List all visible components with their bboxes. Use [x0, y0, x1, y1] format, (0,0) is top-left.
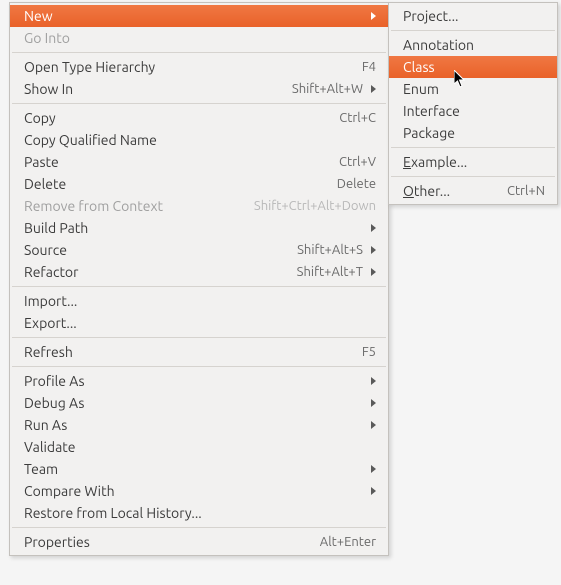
menu-separator: [12, 366, 386, 367]
menu-item-restore-local-history[interactable]: Restore from Local History...: [10, 502, 388, 524]
chevron-right-icon: [371, 421, 376, 429]
menu-item-validate[interactable]: Validate: [10, 436, 388, 458]
submenu-item-project[interactable]: Project...: [389, 5, 557, 27]
menu-label: Remove from Context: [24, 198, 234, 214]
menu-item-open-type-hierarchy[interactable]: Open Type Hierarchy F4: [10, 56, 388, 78]
submenu-item-annotation[interactable]: Annotation: [389, 34, 557, 56]
menu-shortcut: Shift+Alt+S: [297, 243, 363, 257]
menu-shortcut: F4: [362, 60, 376, 74]
menu-item-new[interactable]: New: [10, 5, 388, 27]
submenu-item-interface[interactable]: Interface: [389, 100, 557, 122]
menu-item-show-in[interactable]: Show In Shift+Alt+W: [10, 78, 388, 100]
menu-shortcut: Shift+Ctrl+Alt+Down: [254, 199, 376, 213]
menu-item-go-into: Go Into: [10, 27, 388, 49]
new-submenu: Project... Annotation Class Enum Interfa…: [388, 2, 558, 205]
menu-separator: [391, 176, 555, 177]
menu-label: Profile As: [24, 373, 363, 389]
chevron-right-icon: [371, 465, 376, 473]
menu-label: New: [24, 8, 363, 24]
menu-label: Team: [24, 461, 363, 477]
menu-item-refresh[interactable]: Refresh F5: [10, 341, 388, 363]
chevron-right-icon: [371, 224, 376, 232]
chevron-right-icon: [371, 487, 376, 495]
menu-item-export[interactable]: Export...: [10, 312, 388, 334]
submenu-item-enum[interactable]: Enum: [389, 78, 557, 100]
menu-item-profile-as[interactable]: Profile As: [10, 370, 388, 392]
chevron-right-icon: [371, 85, 376, 93]
menu-separator: [12, 527, 386, 528]
menu-label: Run As: [24, 417, 363, 433]
menu-shortcut: Ctrl+N: [507, 184, 545, 198]
menu-label: Properties: [24, 534, 300, 550]
chevron-right-icon: [371, 12, 376, 20]
menu-label: Example...: [403, 154, 545, 170]
menu-item-source[interactable]: Source Shift+Alt+S: [10, 239, 388, 261]
menu-label: Source: [24, 242, 277, 258]
menu-separator: [12, 337, 386, 338]
menu-label: Go Into: [24, 30, 376, 46]
menu-label: Annotation: [403, 37, 545, 53]
chevron-right-icon: [371, 268, 376, 276]
menu-shortcut: Alt+Enter: [320, 535, 376, 549]
submenu-item-package[interactable]: Package: [389, 122, 557, 144]
menu-label: Copy Qualified Name: [24, 132, 376, 148]
menu-separator: [391, 30, 555, 31]
menu-item-refactor[interactable]: Refactor Shift+Alt+T: [10, 261, 388, 283]
menu-label: Debug As: [24, 395, 363, 411]
menu-item-run-as[interactable]: Run As: [10, 414, 388, 436]
menu-label: Delete: [24, 176, 317, 192]
menu-label: Refresh: [24, 344, 342, 360]
menu-separator: [12, 103, 386, 104]
menu-shortcut: Ctrl+V: [339, 155, 376, 169]
menu-label: Open Type Hierarchy: [24, 59, 342, 75]
chevron-right-icon: [371, 246, 376, 254]
menu-label: Project...: [403, 8, 545, 24]
menu-item-delete[interactable]: Delete Delete: [10, 173, 388, 195]
menu-item-remove-from-context: Remove from Context Shift+Ctrl+Alt+Down: [10, 195, 388, 217]
chevron-right-icon: [371, 399, 376, 407]
menu-label: Validate: [24, 439, 376, 455]
menu-separator: [391, 147, 555, 148]
menu-separator: [12, 286, 386, 287]
menu-separator: [12, 52, 386, 53]
menu-shortcut: Delete: [337, 177, 376, 191]
menu-label: Refactor: [24, 264, 277, 280]
menu-label: Compare With: [24, 483, 363, 499]
menu-label: Enum: [403, 81, 545, 97]
menu-item-paste[interactable]: Paste Ctrl+V: [10, 151, 388, 173]
menu-item-build-path[interactable]: Build Path: [10, 217, 388, 239]
menu-item-properties[interactable]: Properties Alt+Enter: [10, 531, 388, 553]
menu-shortcut: Shift+Alt+W: [292, 82, 363, 96]
chevron-right-icon: [371, 377, 376, 385]
menu-label: Copy: [24, 110, 319, 126]
menu-label: Show In: [24, 81, 272, 97]
menu-label: Build Path: [24, 220, 363, 236]
menu-item-import[interactable]: Import...: [10, 290, 388, 312]
menu-label: Export...: [24, 315, 376, 331]
submenu-item-class[interactable]: Class: [389, 56, 557, 78]
menu-label: Import...: [24, 293, 376, 309]
menu-item-copy[interactable]: Copy Ctrl+C: [10, 107, 388, 129]
menu-item-copy-qualified-name[interactable]: Copy Qualified Name: [10, 129, 388, 151]
menu-shortcut: Shift+Alt+T: [297, 265, 363, 279]
menu-label: Other...: [403, 183, 487, 199]
menu-shortcut: F5: [362, 345, 376, 359]
menu-label: Restore from Local History...: [24, 505, 376, 521]
menu-item-team[interactable]: Team: [10, 458, 388, 480]
submenu-item-other[interactable]: Other... Ctrl+N: [389, 180, 557, 202]
menu-label: Package: [403, 125, 545, 141]
menu-item-debug-as[interactable]: Debug As: [10, 392, 388, 414]
context-menu: New Go Into Open Type Hierarchy F4 Show …: [9, 2, 389, 556]
submenu-item-example[interactable]: Example...: [389, 151, 557, 173]
menu-label: Paste: [24, 154, 319, 170]
menu-label: Interface: [403, 103, 545, 119]
menu-item-compare-with[interactable]: Compare With: [10, 480, 388, 502]
menu-label: Class: [403, 59, 545, 75]
menu-shortcut: Ctrl+C: [339, 111, 376, 125]
